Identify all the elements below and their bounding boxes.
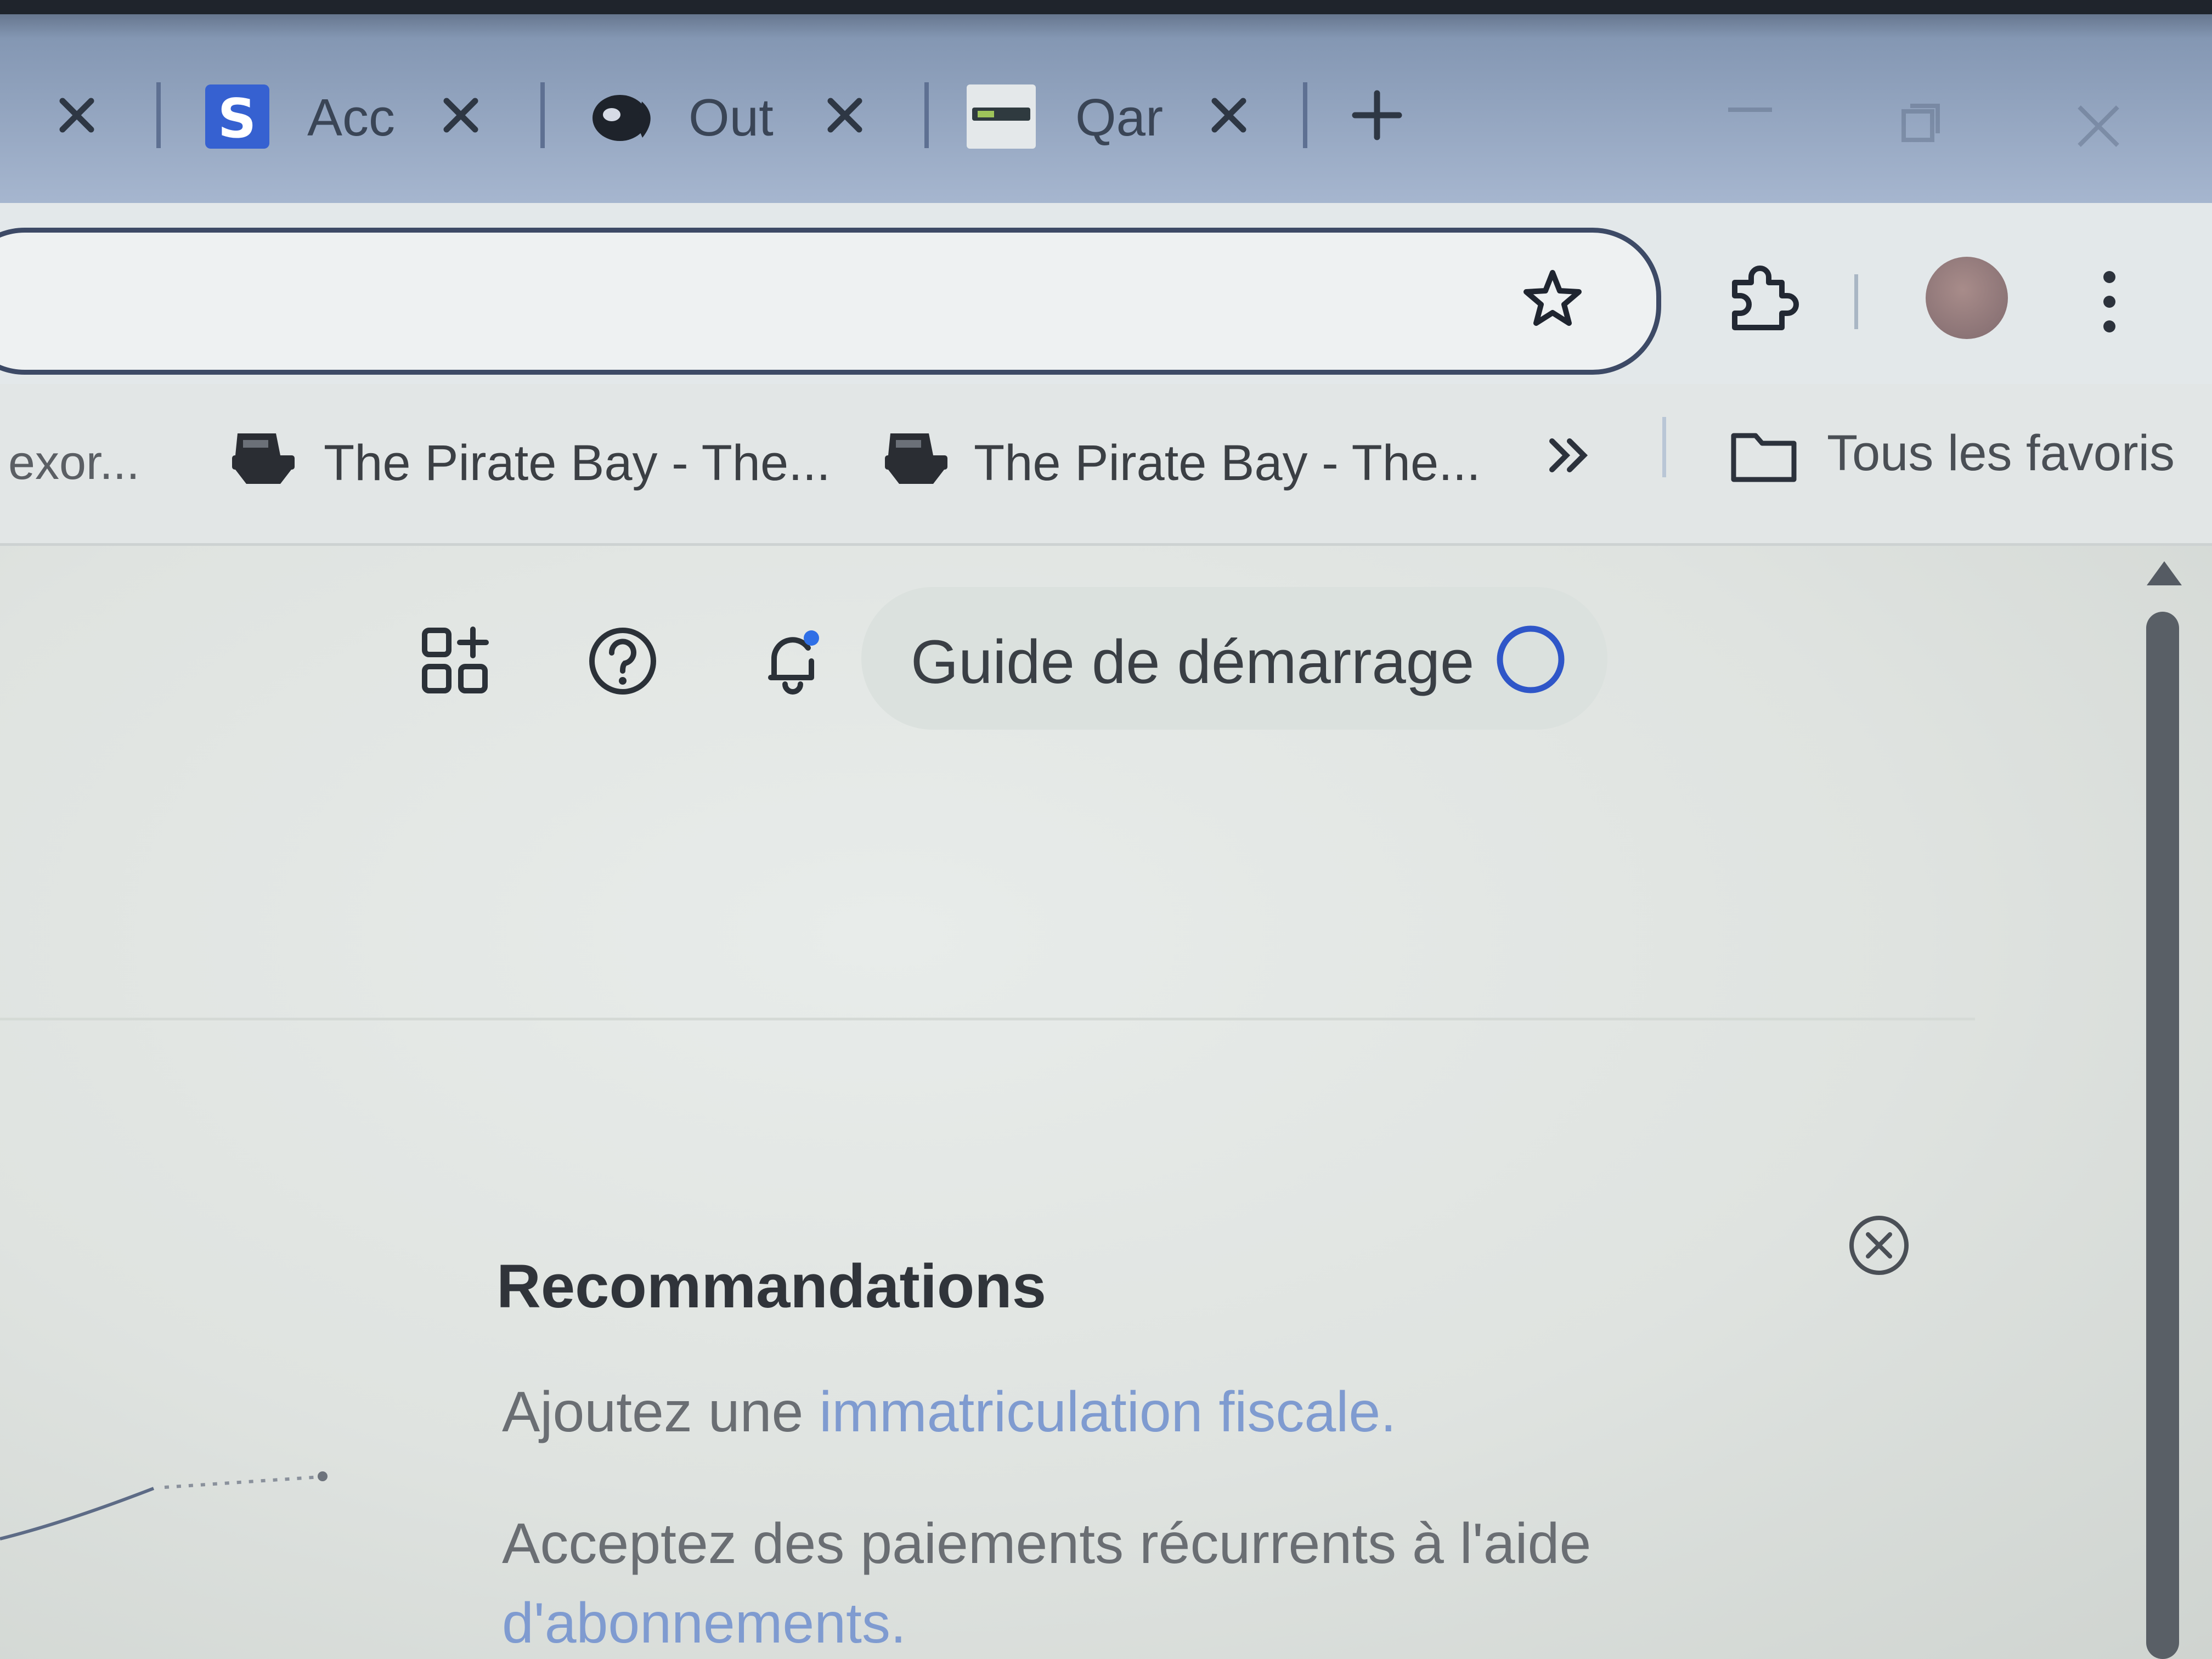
page-content: Guide de démarrage Recommandations Ajout… (0, 546, 2212, 1659)
bookmarks-bar: exor... The Pirate Bay - The... The Pira… (0, 384, 2212, 546)
tab-strip: S Acc Out Qar (0, 0, 2212, 203)
recommendation-item: Acceptez des paiements récurrents à l'ai… (502, 1511, 1591, 1577)
tab-separator (1303, 82, 1307, 148)
setup-guide-button[interactable]: Guide de démarrage (861, 587, 1607, 730)
setup-guide-label: Guide de démarrage (911, 628, 1475, 696)
restore-icon[interactable] (1898, 101, 1942, 145)
ticket-icon (966, 82, 1037, 151)
bookmark-label: The Pirate Bay - The... (324, 435, 831, 491)
tax-registration-link[interactable]: immatriculation fiscale. (819, 1380, 1396, 1444)
recommendation-text: Ajoutez une (502, 1380, 820, 1444)
close-tab-icon[interactable] (439, 93, 483, 137)
progress-ring-icon (1492, 621, 1569, 698)
folder-icon (1728, 427, 1799, 487)
tab-title: Out (689, 88, 774, 147)
tab-separator (540, 82, 545, 148)
bookmarks-separator (1662, 417, 1666, 477)
browser-toolbar (0, 203, 2212, 384)
all-bookmarks-label: Tous les favoris (1827, 425, 2175, 481)
s-logo-icon: S (203, 82, 272, 151)
star-icon[interactable] (1520, 266, 1585, 332)
recommendation-item-continued: d'abonnements. (502, 1591, 906, 1656)
pirate-ship-icon (228, 422, 299, 488)
toolbar-separator (1854, 274, 1858, 329)
help-icon[interactable] (584, 623, 661, 699)
outline-logo-icon (590, 91, 661, 145)
close-tab-icon[interactable] (55, 93, 99, 137)
pirate-ship-icon (881, 422, 952, 488)
close-tab-icon[interactable] (1207, 93, 1251, 137)
close-tab-icon[interactable] (823, 93, 867, 137)
tab-title: Acc (307, 88, 396, 147)
tab-separator (924, 82, 929, 148)
tab-title: Qar (1075, 88, 1164, 147)
extensions-icon[interactable] (1723, 261, 1799, 337)
tab-out[interactable]: Out (587, 71, 916, 170)
add-widget-icon[interactable] (417, 623, 494, 699)
bookmark-label: exor... (8, 435, 140, 489)
subscriptions-link[interactable]: d'abonnements. (502, 1592, 906, 1655)
tab-separator (156, 82, 161, 148)
recommendations-title: Recommandations (496, 1252, 1046, 1321)
double-chevron-icon[interactable] (1544, 433, 1594, 477)
tab-partial[interactable] (0, 71, 159, 170)
dismiss-recommendations-icon[interactable] (1846, 1212, 1912, 1278)
notifications-icon[interactable] (754, 623, 831, 699)
recommendation-item: Ajoutez une immatriculation fiscale. (502, 1380, 1396, 1445)
scrollbar-thumb[interactable] (2146, 612, 2179, 1659)
close-window-icon[interactable] (2074, 101, 2123, 151)
scroll-up-arrow-icon[interactable] (2142, 557, 2186, 590)
tab-acc[interactable]: S Acc (203, 71, 532, 170)
recommendation-text: Acceptez des paiements récurrents à l'ai… (502, 1512, 1592, 1576)
sparkline-decoration (0, 1457, 340, 1544)
minimize-icon[interactable] (1723, 93, 1778, 126)
monitor-bezel (0, 0, 2212, 14)
address-bar[interactable] (0, 228, 1661, 375)
section-divider (0, 1018, 1975, 1020)
plus-icon[interactable] (1350, 88, 1404, 143)
profile-avatar[interactable] (1926, 257, 2008, 339)
menu-icon[interactable] (2093, 263, 2126, 340)
tab-qar[interactable]: Qar (966, 71, 1295, 170)
svg-text:S: S (218, 88, 257, 150)
bookmark-label: The Pirate Bay - The... (974, 435, 1481, 491)
